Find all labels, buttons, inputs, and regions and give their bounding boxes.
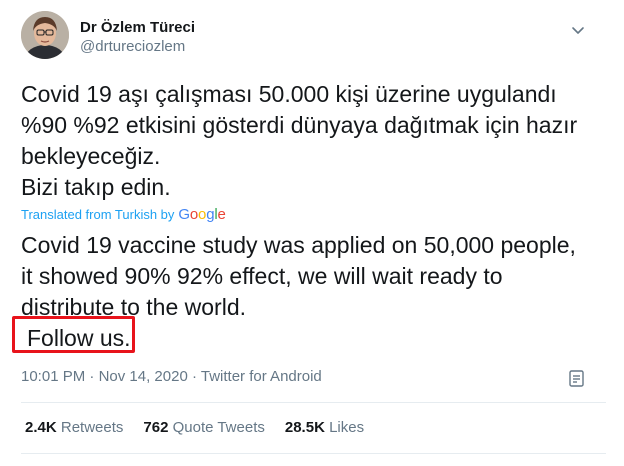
tweet-time[interactable]: 10:01 PM xyxy=(21,368,85,385)
tweet-line: bekleyeceğiz. xyxy=(21,143,161,169)
retweets-stat[interactable]: 2.4K Retweets xyxy=(25,419,123,436)
avatar[interactable] xyxy=(21,11,69,59)
author-handle[interactable]: @drtureciozlem xyxy=(80,38,185,55)
meta-separator: · xyxy=(191,368,197,385)
tweet-date[interactable]: Nov 14, 2020 xyxy=(99,368,188,385)
likes-stat[interactable]: 28.5K Likes xyxy=(285,419,364,436)
tweet-line: Bizi takıp edin. xyxy=(21,174,171,200)
avatar-image xyxy=(21,11,69,59)
tweet-stats: 2.4K Retweets 762 Quote Tweets 28.5K Lik… xyxy=(25,419,364,436)
quote-tweets-stat[interactable]: 762 Quote Tweets xyxy=(143,419,264,436)
likes-count: 28.5K xyxy=(284,419,325,436)
translation-line: it showed 90% 92% effect, we will wait r… xyxy=(21,263,503,289)
author-display-name[interactable]: Dr Özlem Türeci xyxy=(80,19,195,36)
tweet-analytics-icon[interactable] xyxy=(567,368,587,388)
quote-tweets-label: Quote Tweets xyxy=(172,419,265,436)
translation-label: Translated from Turkish by xyxy=(21,207,175,222)
google-logo: Google xyxy=(178,206,226,223)
highlight-annotation-box xyxy=(12,316,135,353)
retweets-count: 2.4K xyxy=(25,419,57,436)
tweet-source[interactable]: Twitter for Android xyxy=(201,368,322,385)
translation-attribution[interactable]: Translated from Turkish by Google xyxy=(21,206,226,224)
likes-label: Likes xyxy=(329,419,365,436)
tweet-text: Covid 19 aşı çalışması 50.000 kişi üzeri… xyxy=(21,79,601,203)
tweet-meta: 10:01 PM · Nov 14, 2020 · Twitter for An… xyxy=(21,368,322,385)
quote-tweets-count: 762 xyxy=(143,419,169,436)
translation-line: Covid 19 vaccine study was applied on 50… xyxy=(21,232,576,258)
retweets-label: Retweets xyxy=(60,419,124,436)
chevron-down-icon[interactable] xyxy=(569,21,587,39)
divider xyxy=(21,402,606,403)
divider xyxy=(21,453,606,454)
tweet-line: Covid 19 aşı çalışması 50.000 kişi üzeri… xyxy=(21,81,557,107)
tweet-line: %90 %92 etkisini gösterdi dünyaya dağıtm… xyxy=(21,112,578,138)
meta-separator: · xyxy=(89,368,95,385)
